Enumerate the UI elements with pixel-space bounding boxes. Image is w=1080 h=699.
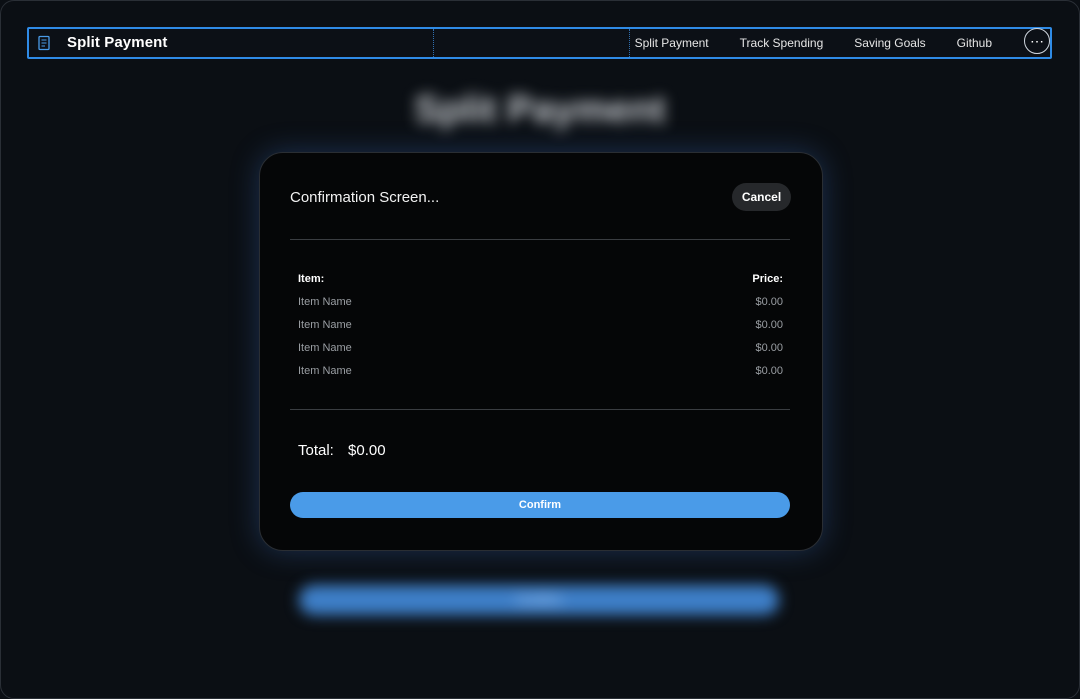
- brand-title[interactable]: Split Payment: [67, 34, 168, 51]
- nav-link-saving-goals[interactable]: Saving Goals: [854, 36, 925, 50]
- divider: [290, 239, 790, 240]
- item-price: $0.00: [755, 342, 783, 354]
- item-price: $0.00: [755, 319, 783, 331]
- more-options-button[interactable]: ⋯: [1024, 28, 1050, 54]
- modal-title: Confirmation Screen...: [290, 189, 440, 206]
- nav-links: Split Payment Track Spending Saving Goal…: [635, 36, 992, 50]
- item-price: $0.00: [755, 365, 783, 377]
- item-column-header: Item:: [298, 273, 325, 285]
- total-summary: Total: $0.00: [298, 442, 386, 459]
- table-row: Item Name $0.00: [298, 319, 783, 335]
- nav-guide-line: [433, 29, 434, 57]
- ellipsis-icon: ⋯: [1030, 33, 1044, 49]
- item-name: Item Name: [298, 365, 352, 377]
- app-window: Split Payment Split Payment Track Spendi…: [0, 0, 1080, 699]
- background-confirm-button: Confirm: [299, 585, 779, 615]
- cancel-button[interactable]: Cancel: [732, 183, 791, 211]
- total-value: $0.00: [348, 442, 386, 459]
- nav-link-track-spending[interactable]: Track Spending: [740, 36, 824, 50]
- background-page-title: Split Payment: [414, 89, 666, 131]
- receipt-icon: [37, 35, 51, 51]
- total-label: Total:: [298, 442, 334, 459]
- item-name: Item Name: [298, 342, 352, 354]
- table-header: Item: Price:: [298, 273, 783, 289]
- table-row: Item Name $0.00: [298, 365, 783, 381]
- table-row: Item Name $0.00: [298, 296, 783, 312]
- nav-link-github[interactable]: Github: [957, 36, 992, 50]
- item-name: Item Name: [298, 319, 352, 331]
- confirm-button[interactable]: Confirm: [290, 492, 790, 518]
- item-name: Item Name: [298, 296, 352, 308]
- nav-guide-line: [629, 29, 630, 57]
- price-column-header: Price:: [752, 273, 783, 285]
- item-price: $0.00: [755, 296, 783, 308]
- nav-link-split-payment[interactable]: Split Payment: [635, 36, 709, 50]
- table-row: Item Name $0.00: [298, 342, 783, 358]
- navbar: Split Payment Split Payment Track Spendi…: [27, 27, 1052, 59]
- confirmation-modal: Confirmation Screen... Cancel Item: Pric…: [259, 152, 823, 551]
- divider: [290, 409, 790, 410]
